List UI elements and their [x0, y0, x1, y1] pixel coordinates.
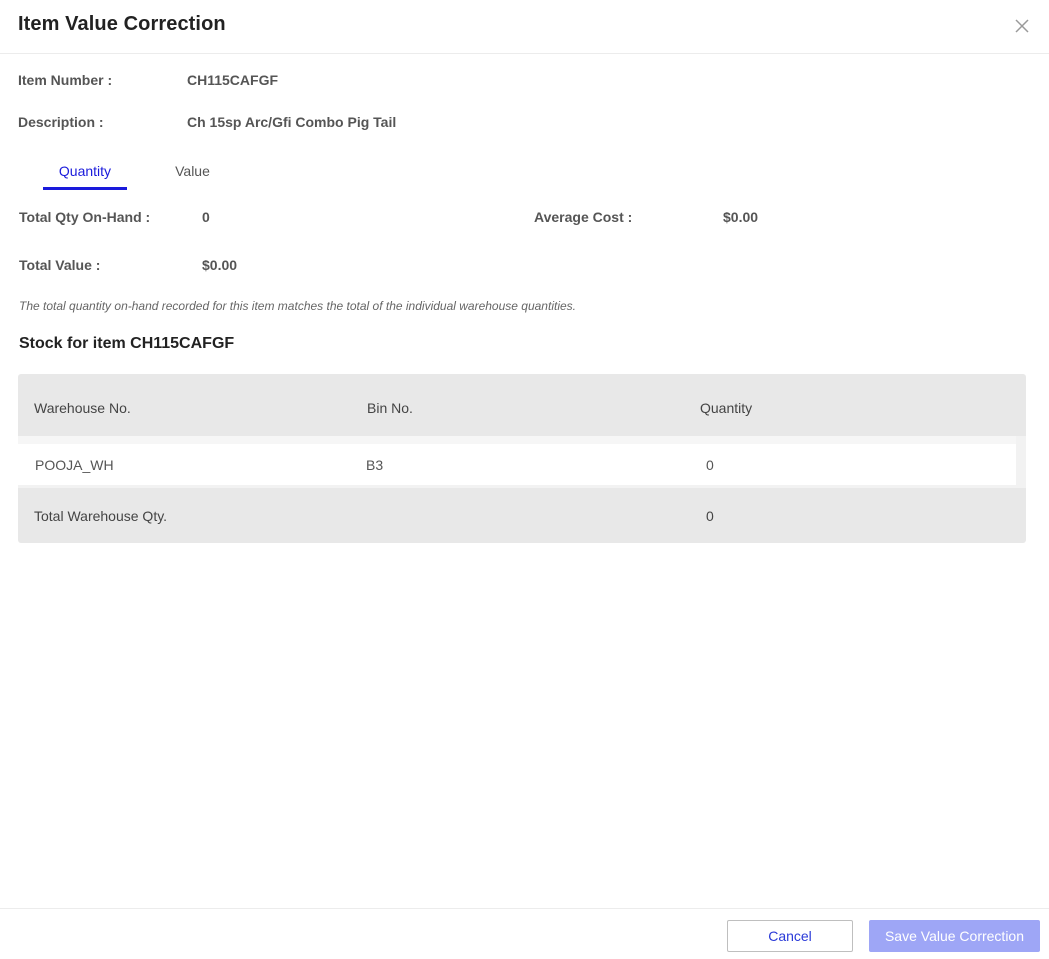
total-qty-label: Total Qty On-Hand :: [19, 209, 151, 225]
description-value: Ch 15sp Arc/Gfi Combo Pig Tail: [187, 114, 397, 130]
table-header: Warehouse No. Bin No. Quantity: [18, 378, 1026, 432]
cell-warehouse: POOJA_WH: [35, 457, 114, 473]
description-label: Description :: [18, 114, 104, 130]
table-scrollbar[interactable]: [1016, 436, 1026, 488]
item-number-label: Item Number :: [18, 72, 113, 88]
total-qty-value: 0: [202, 209, 210, 225]
total-value-value: $0.00: [202, 257, 238, 273]
total-warehouse-qty-value: 0: [706, 508, 714, 524]
column-header-bin[interactable]: Bin No.: [367, 400, 413, 416]
cancel-button[interactable]: Cancel: [727, 920, 853, 952]
tab-value[interactable]: Value: [160, 158, 225, 190]
total-warehouse-qty-label: Total Warehouse Qty.: [34, 508, 168, 524]
dialog-header: Item Value Correction: [0, 0, 1049, 54]
dialog-title: Item Value Correction: [18, 13, 226, 35]
table-row[interactable]: POOJA_WH B3 0: [18, 436, 1016, 488]
info-note: The total quantity on-hand recorded for …: [19, 299, 576, 313]
table-footer: Total Warehouse Qty. 0: [18, 488, 1026, 543]
item-number-value: CH115CAFGF: [187, 72, 279, 88]
cell-quantity: 0: [706, 457, 714, 473]
dialog-footer: Cancel Save Value Correction: [0, 908, 1049, 959]
average-cost-value: $0.00: [723, 209, 759, 225]
tab-quantity[interactable]: Quantity: [43, 158, 127, 190]
save-value-correction-button[interactable]: Save Value Correction: [869, 920, 1040, 952]
column-header-warehouse[interactable]: Warehouse No.: [34, 400, 131, 416]
column-header-quantity[interactable]: Quantity: [700, 400, 752, 416]
stock-section-title: Stock for item CH115CAFGF: [19, 335, 235, 352]
stock-table: Warehouse No. Bin No. Quantity POOJA_WH …: [18, 374, 1026, 543]
average-cost-label: Average Cost :: [534, 209, 633, 225]
total-value-label: Total Value :: [19, 257, 101, 273]
close-icon[interactable]: [1011, 15, 1033, 37]
cell-bin: B3: [366, 457, 384, 473]
